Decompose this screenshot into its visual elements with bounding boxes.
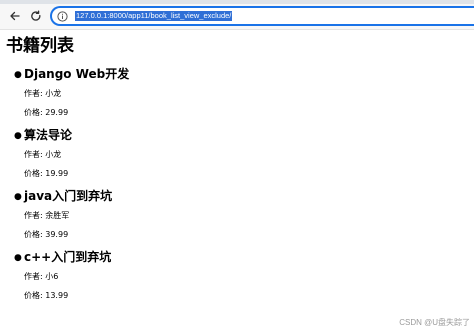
bullet-icon: ● — [14, 192, 22, 202]
back-button[interactable] — [6, 7, 24, 25]
info-icon[interactable] — [56, 10, 68, 22]
price-prefix: 价格: — [24, 291, 46, 300]
book-item: ● c++入门到弃坑 作者: 小6 价格: 13.99 — [0, 249, 474, 310]
book-title: c++入门到弃坑 — [24, 250, 112, 264]
back-arrow-icon — [9, 7, 21, 26]
author-prefix: 作者: — [24, 211, 46, 220]
author-value: 小龙 — [45, 150, 62, 159]
book-price: 价格: 13.99 — [24, 291, 68, 301]
book-list: ● Django Web开发 作者: 小龙 价格: 29.99 ● 算法导论 作… — [0, 66, 474, 310]
bullet-icon: ● — [14, 253, 22, 263]
author-value: 余胜军 — [45, 211, 70, 220]
url-text[interactable]: 127.0.0.1:8000/app11/book_list_view_excl… — [75, 11, 233, 21]
price-prefix: 价格: — [24, 230, 46, 239]
book-title: java入门到弃坑 — [24, 189, 113, 203]
book-title: 算法导论 — [24, 128, 73, 142]
browser-toolbar: 127.0.0.1:8000/app11/book_list_view_excl… — [0, 0, 474, 30]
page-title: 书籍列表 — [6, 36, 74, 56]
book-price: 价格: 19.99 — [24, 169, 68, 179]
price-value: 13.99 — [45, 291, 69, 300]
author-value: 小龙 — [45, 89, 62, 98]
book-author: 作者: 小龙 — [24, 150, 61, 160]
watermark: CSDN @U盘失踪了 — [399, 318, 470, 327]
price-value: 19.99 — [45, 169, 69, 178]
price-prefix: 价格: — [24, 108, 46, 117]
author-prefix: 作者: — [24, 89, 46, 98]
book-author: 作者: 余胜军 — [24, 211, 69, 221]
page-content: 书籍列表 ● Django Web开发 作者: 小龙 价格: 29.99 ● 算… — [0, 30, 474, 332]
author-prefix: 作者: — [24, 272, 46, 281]
author-value: 小6 — [45, 272, 59, 281]
bullet-icon: ● — [14, 70, 22, 80]
price-value: 29.99 — [45, 108, 69, 117]
book-item: ● Django Web开发 作者: 小龙 价格: 29.99 — [0, 66, 474, 127]
address-bar[interactable]: 127.0.0.1:8000/app11/book_list_view_excl… — [50, 6, 474, 26]
book-author: 作者: 小龙 — [24, 89, 61, 99]
price-prefix: 价格: — [24, 169, 46, 178]
book-item: ● java入门到弃坑 作者: 余胜军 价格: 39.99 — [0, 188, 474, 249]
book-title: Django Web开发 — [24, 67, 130, 81]
author-prefix: 作者: — [24, 150, 46, 159]
reload-button[interactable] — [27, 7, 45, 25]
tab-strip — [0, 0, 474, 4]
book-price: 价格: 39.99 — [24, 230, 68, 240]
book-author: 作者: 小6 — [24, 272, 58, 282]
book-price: 价格: 29.99 — [24, 108, 68, 118]
bullet-icon: ● — [14, 131, 22, 141]
reload-icon — [30, 7, 42, 26]
price-value: 39.99 — [45, 230, 69, 239]
book-item: ● 算法导论 作者: 小龙 价格: 19.99 — [0, 127, 474, 188]
